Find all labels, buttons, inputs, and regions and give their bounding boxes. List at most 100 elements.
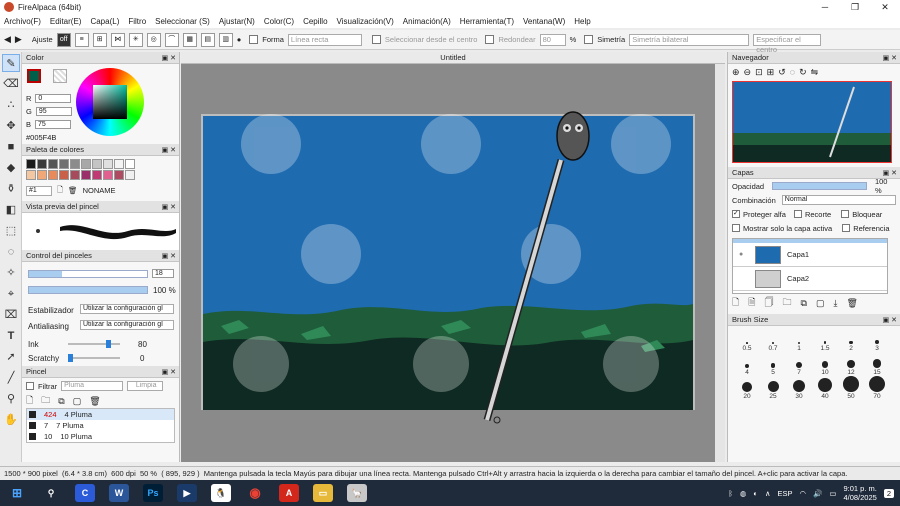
palette-swatch[interactable] (114, 159, 124, 169)
b-field[interactable]: 75 (35, 120, 72, 129)
palette-swatch[interactable] (81, 170, 91, 180)
merge-down-icon[interactable]: ⤓ (833, 298, 837, 309)
clear-filter-button[interactable]: Limpia (127, 381, 164, 391)
panel-close-icon[interactable]: ▣ ✕ (162, 252, 176, 260)
panel-close-icon[interactable]: ▣ ✕ (883, 316, 897, 324)
ink-slider[interactable] (68, 340, 120, 348)
select-pen-icon[interactable]: ⌖ (2, 285, 20, 303)
brush-size-cell[interactable]: 1 (786, 328, 812, 352)
palette-swatch[interactable] (92, 159, 102, 169)
palette-swatch[interactable] (70, 159, 80, 169)
menu-help[interactable]: Help (574, 17, 590, 26)
canvas-scrollbar[interactable] (715, 64, 725, 462)
hex-value[interactable]: #005F4B (26, 133, 56, 142)
transparent-color-swatch[interactable] (53, 69, 67, 83)
layer-opacity-slider[interactable] (772, 182, 867, 190)
brush-size-cell[interactable]: 15 (864, 352, 890, 376)
brush-size-cell[interactable]: 10 (812, 352, 838, 376)
palette-swatch[interactable] (37, 159, 47, 169)
brush-size-cell[interactable]: 30 (786, 376, 812, 400)
zoom-actual-icon[interactable]: ⊞ (767, 67, 775, 78)
snap-dot-icon[interactable]: ● (237, 35, 242, 44)
menu-select[interactable]: Seleccionar (S) (155, 17, 210, 26)
canvas-area[interactable]: Untitled (181, 52, 725, 462)
brush-size-cell[interactable]: 3 (864, 328, 890, 352)
g-field[interactable]: 95 (35, 107, 72, 116)
brush-size-field[interactable]: 18 (152, 269, 174, 278)
lasso-tool-icon[interactable]: ◌ (2, 243, 20, 261)
panel-close-icon[interactable]: ▣ ✕ (883, 169, 897, 177)
list-item[interactable]: 424 4 Pluma (27, 409, 174, 420)
menu-tool[interactable]: Herramienta(T) (460, 17, 514, 26)
rotate-left-icon[interactable]: ↺ (778, 67, 786, 78)
brush-tool-icon[interactable]: ✎ (2, 54, 20, 72)
shape-select[interactable]: Línea recta (287, 33, 362, 46)
duplicate-layer-icon[interactable]: ⧉ (801, 298, 807, 309)
menu-filter[interactable]: Filtro (128, 17, 146, 26)
clip-checkbox[interactable] (793, 210, 802, 218)
ink-slider-knob[interactable] (105, 340, 111, 348)
magic-wand-icon[interactable]: ✧ (2, 264, 20, 282)
rotate-right-icon[interactable]: ↻ (799, 67, 807, 78)
brush-size-cell[interactable]: 20 (734, 376, 760, 400)
start-icon[interactable]: ⊞ (7, 484, 27, 502)
search-icon[interactable]: ⚲ (41, 484, 61, 502)
panel-close-icon[interactable]: ▣ ✕ (162, 203, 176, 211)
operation-tool-icon[interactable]: ➚ (2, 348, 20, 366)
bucket-tool-icon[interactable]: ⚱ (2, 180, 20, 198)
new-8bit-layer-icon[interactable]: 🗎 (748, 295, 755, 311)
new-palette-icon[interactable]: 🗋 (57, 184, 63, 197)
brush-opacity-slider[interactable] (28, 286, 148, 294)
menu-view[interactable]: Visualización(V) (337, 17, 394, 26)
menu-layer[interactable]: Capa(L) (90, 17, 119, 26)
menu-window[interactable]: Ventana(W) (523, 17, 565, 26)
palette-swatch[interactable] (26, 159, 36, 169)
select-eraser-icon[interactable]: ⌧ (2, 306, 20, 324)
zoom-fit-icon[interactable]: ⊡ (755, 67, 763, 78)
nav-back-icon[interactable]: ◀ (4, 34, 11, 45)
menu-file[interactable]: Archivo(F) (4, 17, 41, 26)
firealpaca-taskbar-icon[interactable]: 🦙 (347, 484, 367, 502)
palette-swatch[interactable] (125, 159, 135, 169)
snap-off-button[interactable]: off (56, 32, 71, 47)
blend-select[interactable]: Normal (781, 195, 896, 205)
document-tab[interactable]: Untitled (181, 52, 725, 64)
close-button[interactable]: ✕ (870, 2, 900, 13)
rotate-reset-icon[interactable]: ◌ (790, 67, 795, 78)
palette-swatch[interactable] (92, 170, 102, 180)
delete-layer-icon[interactable]: 🗑 (846, 298, 857, 309)
scratchy-slider-knob[interactable] (68, 354, 73, 362)
brush-size-cell[interactable]: 2 (838, 328, 864, 352)
menu-edit[interactable]: Editar(E) (50, 17, 82, 26)
brush-size-cell[interactable]: 40 (812, 376, 838, 400)
menu-animation[interactable]: Animación(A) (403, 17, 451, 26)
layer-row[interactable]: ● Capa1 (733, 243, 887, 267)
snap-circle-icon[interactable]: ◎ (146, 32, 161, 47)
brush-size-cell[interactable]: 5 (760, 352, 786, 376)
zoom-in-icon[interactable]: ⊕ (732, 67, 740, 78)
new-layer-icon[interactable]: 🗋 (732, 295, 739, 311)
brush-size-cell[interactable]: 0.5 (734, 328, 760, 352)
panel-close-icon[interactable]: ▣ ✕ (162, 146, 176, 154)
navigator-preview[interactable] (732, 81, 892, 163)
brush-size-cell[interactable]: 70 (864, 376, 890, 400)
add-brush-icon[interactable]: 🗋 (26, 393, 33, 409)
palette-swatch[interactable] (81, 159, 91, 169)
brush-edit-icon[interactable]: ▢ (73, 396, 82, 407)
scratchy-slider[interactable] (68, 354, 120, 362)
filter-checkbox[interactable] (26, 382, 34, 390)
brush-size-cell[interactable]: 4 (734, 352, 760, 376)
brush-size-cell[interactable]: 50 (838, 376, 864, 400)
brush-duplicate-icon[interactable]: ⧉ (58, 396, 64, 407)
panel-close-icon[interactable]: ▣ ✕ (162, 368, 176, 376)
current-color-swatch[interactable] (27, 69, 41, 83)
palette-swatch[interactable] (26, 170, 36, 180)
palette-swatch[interactable] (48, 170, 58, 180)
chrome-icon[interactable]: ◉ (245, 484, 265, 502)
new-1bit-layer-icon[interactable]: 🗍 (765, 295, 774, 311)
brush-size-cell[interactable]: 0.7 (760, 328, 786, 352)
snap-grid2-icon[interactable]: ▤ (200, 32, 215, 47)
menu-adjust[interactable]: Ajustar(N) (219, 17, 255, 26)
move-tool-icon[interactable]: ✥ (2, 117, 20, 135)
zoom-out-icon[interactable]: ⊖ (744, 67, 752, 78)
